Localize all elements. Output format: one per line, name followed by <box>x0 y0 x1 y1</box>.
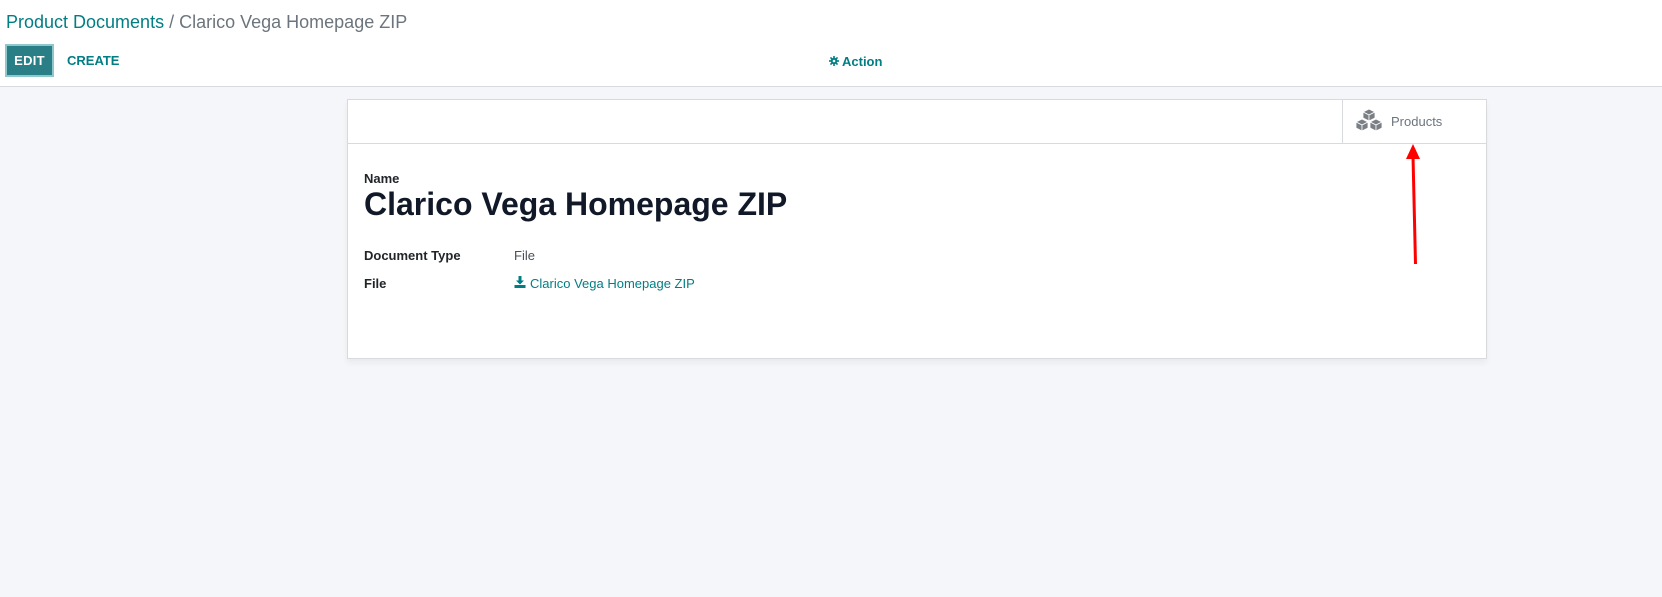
download-icon <box>514 276 526 291</box>
name-field-label: Name <box>364 171 400 186</box>
document-type-value: File <box>514 248 535 263</box>
document-type-value-text: File <box>514 248 535 263</box>
breadcrumb-parent-link[interactable]: Product Documents <box>6 12 164 32</box>
file-label: File <box>364 276 387 291</box>
record-name-title: Clarico Vega Homepage ZIP <box>364 186 788 222</box>
breadcrumb: Product Documents / Clarico Vega Homepag… <box>6 12 407 33</box>
document-type-label: Document Type <box>364 248 461 263</box>
annotation-arrow-icon <box>1406 144 1420 265</box>
cubes-icon <box>1355 108 1383 135</box>
control-panel: Product Documents / Clarico Vega Homepag… <box>0 0 1662 87</box>
products-smart-button[interactable]: Products <box>1342 100 1486 143</box>
edit-button[interactable]: EDIT <box>5 44 54 77</box>
action-dropdown-button[interactable]: Action <box>829 51 882 71</box>
breadcrumb-current: Clarico Vega Homepage ZIP <box>179 12 408 32</box>
breadcrumb-separator: / <box>164 12 180 32</box>
action-label: Action <box>842 53 883 69</box>
products-smart-button-label: Products <box>1391 114 1443 129</box>
file-link-text: Clarico Vega Homepage ZIP <box>530 276 695 291</box>
button-box: Products <box>348 100 1486 144</box>
form-sheet: Products Name Clarico Vega Homepage ZIP … <box>347 99 1487 359</box>
gear-icon <box>829 54 839 69</box>
create-button[interactable]: CREATE <box>61 44 125 77</box>
file-download-link[interactable]: Clarico Vega Homepage ZIP <box>514 276 695 291</box>
